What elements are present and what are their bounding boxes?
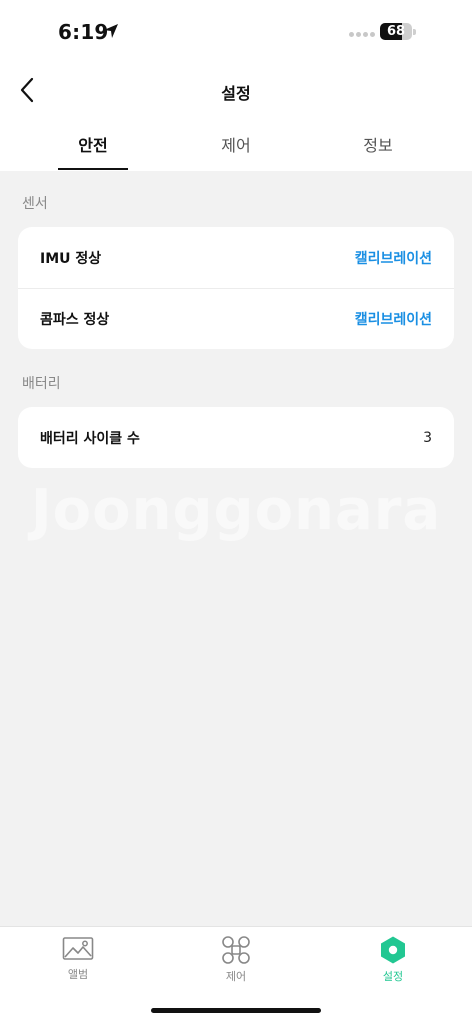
nav-item-album[interactable]: 앨범 xyxy=(38,935,118,982)
imu-calibration-button[interactable]: 캘리브레이션 xyxy=(355,248,432,268)
compass-status-label: 콤파스 정상 xyxy=(40,312,110,328)
tab-control[interactable]: 제어 xyxy=(181,132,291,156)
tab-safety[interactable]: 안전 xyxy=(38,132,148,156)
settings-hex-icon xyxy=(381,936,405,964)
nav-label-control: 제어 xyxy=(225,970,247,983)
watermark: Joonggonara xyxy=(30,478,442,543)
drone-icon xyxy=(222,936,250,964)
tab-info[interactable]: 정보 xyxy=(323,132,433,156)
settings-screen: 6:19 68 설정 안전 제어 정보 센서 IMU 정상 캘리브레이션 콤파스… xyxy=(0,0,472,1024)
battery-card: 배터리 사이클 수 3 xyxy=(18,407,454,468)
list-item-battery-cycles: 배터리 사이클 수 3 xyxy=(18,407,454,468)
section-label-sensor: 센서 xyxy=(22,196,48,212)
nav-item-settings[interactable]: 설정 xyxy=(353,935,433,984)
page-title: 설정 xyxy=(221,84,251,103)
signal-dots-icon xyxy=(349,32,375,37)
nav-header: 설정 xyxy=(0,62,472,118)
status-time: 6:19 xyxy=(58,20,109,44)
list-item-imu: IMU 정상 캘리브레이션 xyxy=(18,227,454,288)
battery-cap xyxy=(413,29,416,35)
status-bar: 6:19 68 xyxy=(0,0,472,62)
nav-item-control[interactable]: 제어 xyxy=(196,935,276,984)
image-icon xyxy=(62,937,94,960)
tab-bar: 안전 제어 정보 xyxy=(0,118,472,171)
nav-label-settings: 설정 xyxy=(382,970,404,983)
list-item-compass: 콤파스 정상 캘리브레이션 xyxy=(18,288,454,349)
battery-level: 68 xyxy=(386,24,406,39)
active-tab-indicator xyxy=(58,168,128,170)
home-indicator xyxy=(151,1008,321,1013)
battery-cycles-value: 3 xyxy=(423,429,432,446)
section-label-battery: 배터리 xyxy=(22,376,61,392)
battery-icon: 68 xyxy=(380,23,412,40)
location-arrow-icon xyxy=(104,24,118,38)
compass-calibration-button[interactable]: 캘리브레이션 xyxy=(355,309,432,329)
sensor-card: IMU 정상 캘리브레이션 콤파스 정상 캘리브레이션 xyxy=(18,227,454,349)
nav-label-album: 앨범 xyxy=(67,968,89,981)
imu-status-label: IMU 정상 xyxy=(40,250,102,267)
battery-cycles-label: 배터리 사이클 수 xyxy=(40,430,140,447)
